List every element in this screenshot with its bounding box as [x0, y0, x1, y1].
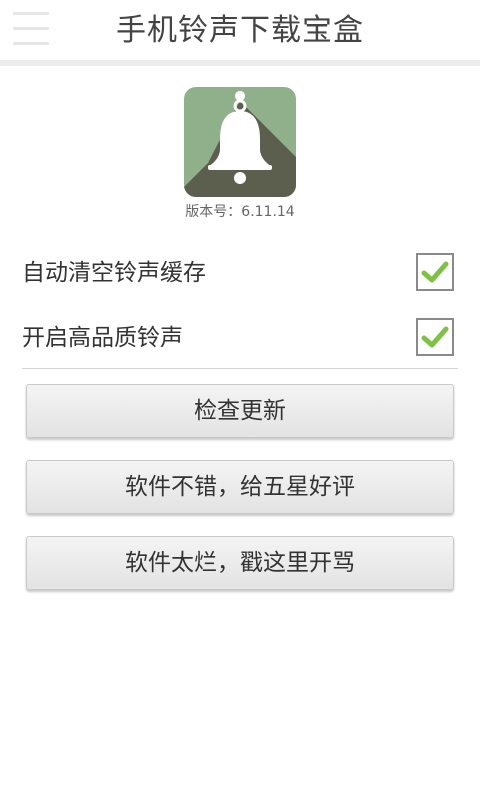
complain-button[interactable]: 软件太烂，戳这里开骂	[26, 536, 454, 590]
setting-high-quality-ringtone[interactable]: 开启高品质铃声	[22, 316, 458, 360]
setting-label: 开启高品质铃声	[22, 325, 183, 351]
setting-label: 自动清空铃声缓存	[22, 260, 206, 286]
checkmark-icon	[421, 261, 449, 283]
settings-screen: 手机铃声下载宝盒 版本号：6.11.14 自动清空铃声缓存 开启高品质铃声 检查…	[0, 0, 480, 800]
checkmark-icon	[421, 326, 449, 348]
auto-clear-cache-checkbox[interactable]	[416, 253, 454, 291]
app-header: 手机铃声下载宝盒	[0, 0, 480, 60]
header-divider	[0, 60, 480, 66]
version-label: 版本号：6.11.14	[185, 204, 295, 220]
setting-auto-clear-cache[interactable]: 自动清空铃声缓存	[22, 251, 458, 295]
bell-icon	[184, 87, 296, 197]
page-title: 手机铃声下载宝盒	[116, 13, 364, 48]
high-quality-checkbox[interactable]	[416, 318, 454, 356]
check-update-button[interactable]: 检查更新	[26, 384, 454, 438]
five-star-review-button[interactable]: 软件不错，给五星好评	[26, 460, 454, 514]
section-divider	[22, 368, 458, 369]
